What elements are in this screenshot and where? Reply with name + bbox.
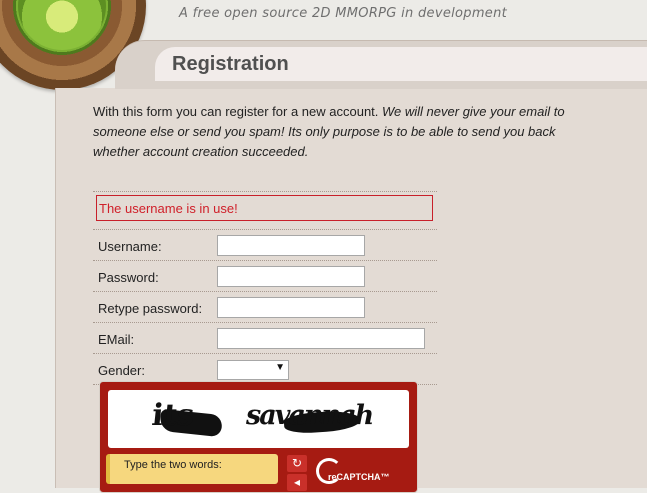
- password-label: Password:: [98, 270, 159, 285]
- recaptcha-brand: reCAPTCHA™: [328, 472, 390, 482]
- retype-password-input[interactable]: [217, 297, 365, 318]
- captcha-prompt: Type the two words:: [106, 454, 278, 484]
- email-label: EMail:: [98, 332, 135, 347]
- password-row: Password:: [93, 261, 437, 292]
- site-tagline: A free open source 2D MMORPG in developm…: [179, 6, 508, 21]
- retype-password-row: Retype password:: [93, 292, 437, 323]
- email-input[interactable]: [217, 328, 425, 349]
- page-title: Registration: [172, 53, 289, 75]
- retype-password-label: Retype password:: [98, 301, 203, 316]
- reload-icon[interactable]: ↻: [287, 455, 307, 472]
- chevron-down-icon: ▼: [275, 362, 285, 373]
- intro-plain: With this form you can register for a ne…: [93, 104, 383, 119]
- form-divider: [93, 191, 437, 192]
- email-row: EMail:: [93, 323, 437, 354]
- captcha-word-2: savannah: [246, 400, 374, 431]
- error-message: The username is in use!: [96, 195, 433, 221]
- error-row: The username is in use!: [93, 195, 437, 230]
- username-input[interactable]: [217, 235, 365, 256]
- registration-form: The username is in use! Username: Passwo…: [93, 191, 437, 385]
- captcha-word-1: its: [150, 398, 196, 433]
- gender-label: Gender:: [98, 363, 145, 378]
- logo-emblem: [18, 0, 106, 50]
- username-row: Username:: [93, 230, 437, 261]
- captcha-image: its savannah: [108, 390, 409, 448]
- password-input[interactable]: [217, 266, 365, 287]
- username-label: Username:: [98, 239, 162, 254]
- intro-text: With this form you can register for a ne…: [93, 102, 603, 162]
- gender-select[interactable]: ▼: [217, 360, 289, 380]
- captcha-widget: its savannah Type the two words: ↻ ◂ reC…: [99, 381, 418, 493]
- recaptcha-logo: reCAPTCHA™: [314, 458, 404, 488]
